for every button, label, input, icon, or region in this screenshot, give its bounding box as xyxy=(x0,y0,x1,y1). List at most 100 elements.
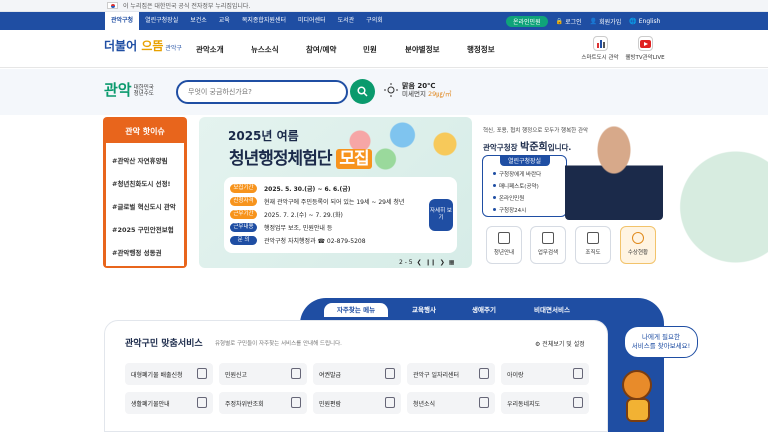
site-link-mayor[interactable]: 열린구청장실 xyxy=(139,12,184,30)
korea-flag-icon xyxy=(107,2,118,9)
mayor-link[interactable]: 온라인민원 xyxy=(493,194,566,202)
gov-notice-text: 이 누리집은 대한민국 공식 전자정부 누리집입니다. xyxy=(123,3,251,10)
service-label: 우리동네지도 xyxy=(507,401,541,408)
search-icon xyxy=(357,86,368,97)
gnb-participate[interactable]: 참여/예약 xyxy=(306,44,336,55)
custom-service-panel: 관악구민 맞춤서비스 유형별로 구민들이 자주찾는 서비스를 안내해 드립니다.… xyxy=(104,320,608,432)
hot-issue-list: #관악산 자연휴양림 #청년친화도시 선정! #글로벌 혁신도시 관악 #202… xyxy=(106,143,184,266)
youtube-icon xyxy=(637,36,653,51)
hot-issue-title: 관악 핫이슈 xyxy=(125,127,165,136)
chart-icon xyxy=(592,36,608,51)
sun-icon xyxy=(384,83,398,97)
youth-brand: 관악 xyxy=(104,81,132,99)
tab-frequent-menu[interactable]: 자주찾는 메뉴 xyxy=(324,303,388,317)
next-icon[interactable]: ❯ xyxy=(440,259,445,266)
service-item[interactable]: 관악구 일자리센터 xyxy=(407,363,495,385)
mascot-image xyxy=(614,362,662,424)
globe-icon: 🌐 xyxy=(629,17,637,25)
tab-education[interactable]: 교육행사 xyxy=(400,303,448,317)
pager-count: 2 - 5 xyxy=(399,259,413,266)
site-logo[interactable]: 더불어 으뜸 관악구 xyxy=(104,37,182,54)
search-button[interactable] xyxy=(350,79,375,104)
site-link-library[interactable]: 도서관 xyxy=(332,12,361,30)
service-item[interactable]: 청년소식 xyxy=(407,392,495,414)
dust-value: 29㎍/㎥ xyxy=(428,90,452,98)
hot-issue-item[interactable]: #청년친화도시 선정! xyxy=(112,178,178,188)
site-link-council[interactable]: 구의회 xyxy=(360,12,389,30)
service-label: 민원편람 xyxy=(319,401,342,408)
site-link-health[interactable]: 보건소 xyxy=(184,12,213,30)
banner-row: 문 의 관악구청 자치행정과 ☎ 02-879-5208 xyxy=(230,236,366,245)
hot-issue-item[interactable]: #관악산 자연휴양림 xyxy=(112,155,178,165)
quick-search-button[interactable]: 업무검색 xyxy=(530,226,566,264)
gov-notice-bar: 이 누리집은 대한민국 공식 전자정부 누리집입니다. xyxy=(0,0,768,12)
english-link[interactable]: 🌐 English xyxy=(629,18,660,25)
site-link-media[interactable]: 미디어센터 xyxy=(292,12,332,30)
mayor-link[interactable]: 구청장24시 xyxy=(493,206,566,214)
service-finder-bubble[interactable]: 나에게 필요한 서비스를 찾아보세요! xyxy=(624,326,698,358)
search-input[interactable] xyxy=(176,80,348,104)
banner-title-main: 청년행정체험단 xyxy=(229,149,337,169)
online-civil-button[interactable]: 온라인민원 xyxy=(506,15,548,27)
service-label: 여권발급 xyxy=(319,372,342,379)
mayor-link[interactable]: 매니페스토(공약) xyxy=(493,182,566,190)
gnb-civil[interactable]: 민원 xyxy=(363,44,377,55)
service-label: 관악구 일자리센터 xyxy=(413,372,460,379)
bubble-line-2: 서비스를 찾아보세요! xyxy=(631,342,691,350)
youth-slogan-2: 청년수도 xyxy=(133,90,154,97)
youth-icon xyxy=(498,232,510,244)
hot-issue-item[interactable]: #글로벌 혁신도시 관악 xyxy=(112,201,178,211)
gnb-field-info[interactable]: 분야별정보 xyxy=(405,44,440,55)
trash-icon xyxy=(197,368,207,379)
worker-icon xyxy=(479,368,489,379)
wellbeing-tv-link[interactable]: 웰빙TV관악LIVE xyxy=(625,36,665,61)
youth-capital-logo: 관악 대한민국 청년수도 xyxy=(104,79,154,100)
smart-city-link[interactable]: 스마트도시 관악 xyxy=(580,36,620,61)
hot-issue-item[interactable]: #2025 구민안전보험 xyxy=(112,224,178,234)
service-item[interactable]: 민원신고 xyxy=(219,363,307,385)
row-value: 2025. 5. 30.(금) ~ 6. 6.(금) xyxy=(264,186,351,193)
youth-program-banner[interactable]: 2025년 여름 청년행정체험단 모집 모집기간 2025. 5. 30.(금) … xyxy=(199,117,472,268)
row-value: 행정업무 보조, 민원안내 등 xyxy=(264,225,333,232)
banner-more-button[interactable]: 자세히 보기 xyxy=(429,199,453,231)
search-band: 관악대한민국청년수도 맑음 20℃ 미세먼지 29㎍/㎥ xyxy=(0,69,768,115)
quick-award-button[interactable]: 수상현황 xyxy=(620,226,656,264)
map-pin-icon xyxy=(573,397,583,408)
service-item[interactable]: 대형폐기물 배출신청 xyxy=(125,363,213,385)
hot-issue-panel: 관악 핫이슈 #관악산 자연휴양림 #청년친화도시 선정! #글로벌 혁신도시 … xyxy=(103,117,187,268)
service-item[interactable]: 주정차위반조회 xyxy=(219,392,307,414)
service-item[interactable]: 우리동네지도 xyxy=(501,392,589,414)
bin-icon xyxy=(197,397,207,408)
row-value: 2025. 7. 2.(수) ~ 7. 29.(화) xyxy=(264,212,343,219)
logo-text-3: 관악구 xyxy=(163,45,182,52)
gnb-news[interactable]: 뉴스소식 xyxy=(251,44,279,55)
mayor-link[interactable]: 구청장에게 바란다 xyxy=(493,170,566,178)
pause-icon[interactable]: ❙❙ xyxy=(426,259,436,266)
hot-issue-item[interactable]: #관악행정 성동권 xyxy=(112,247,178,257)
site-link-welfare[interactable]: 복지종합지원센터 xyxy=(236,12,292,30)
tab-contactless[interactable]: 비대면서비스 xyxy=(520,303,584,317)
site-link-education[interactable]: 교육 xyxy=(213,12,236,30)
service-item[interactable]: 생활폐기물안내 xyxy=(125,392,213,414)
service-item[interactable]: 민원편람 xyxy=(313,392,401,414)
gnb-intro[interactable]: 관악소개 xyxy=(196,44,224,55)
banner-info-card: 모집기간 2025. 5. 30.(금) ~ 6. 6.(금) 신청자격 현재 관악… xyxy=(224,177,457,253)
service-settings-link[interactable]: ⚙ 전체보기 및 설정 xyxy=(535,339,585,348)
report-icon xyxy=(291,368,301,379)
site-link-gwanak[interactable]: 관악구청 xyxy=(105,12,140,30)
quick-youth-button[interactable]: 청년안내 xyxy=(486,226,522,264)
mayor-office-box: 열린구청장실 구청장에게 바란다 매니페스토(공약) 온라인민원 구청장24시 xyxy=(482,155,567,217)
mayor-greeting: 관악구청장 박준희입니다. xyxy=(483,138,571,153)
service-item[interactable]: 아이랑 xyxy=(501,363,589,385)
quick-org-button[interactable]: 조직도 xyxy=(575,226,611,264)
grid-icon[interactable]: ▦ xyxy=(449,259,455,266)
join-link[interactable]: 👤 회원가입 xyxy=(590,17,622,26)
banner-row: 모집기간 2025. 5. 30.(금) ~ 6. 6.(금) xyxy=(230,184,350,193)
gnb-admin-info[interactable]: 행정정보 xyxy=(467,44,495,55)
prev-icon[interactable]: ❮ xyxy=(417,259,422,266)
service-item[interactable]: 여권발급 xyxy=(313,363,401,385)
banner-row: 근무내용 행정업무 보조, 민원안내 등 xyxy=(230,223,332,232)
banner-row: 근무기간 2025. 7. 2.(수) ~ 7. 29.(화) xyxy=(230,210,343,219)
login-link[interactable]: 🔒 로그인 xyxy=(556,17,582,26)
tab-lifecycle[interactable]: 생애주기 xyxy=(460,303,508,317)
